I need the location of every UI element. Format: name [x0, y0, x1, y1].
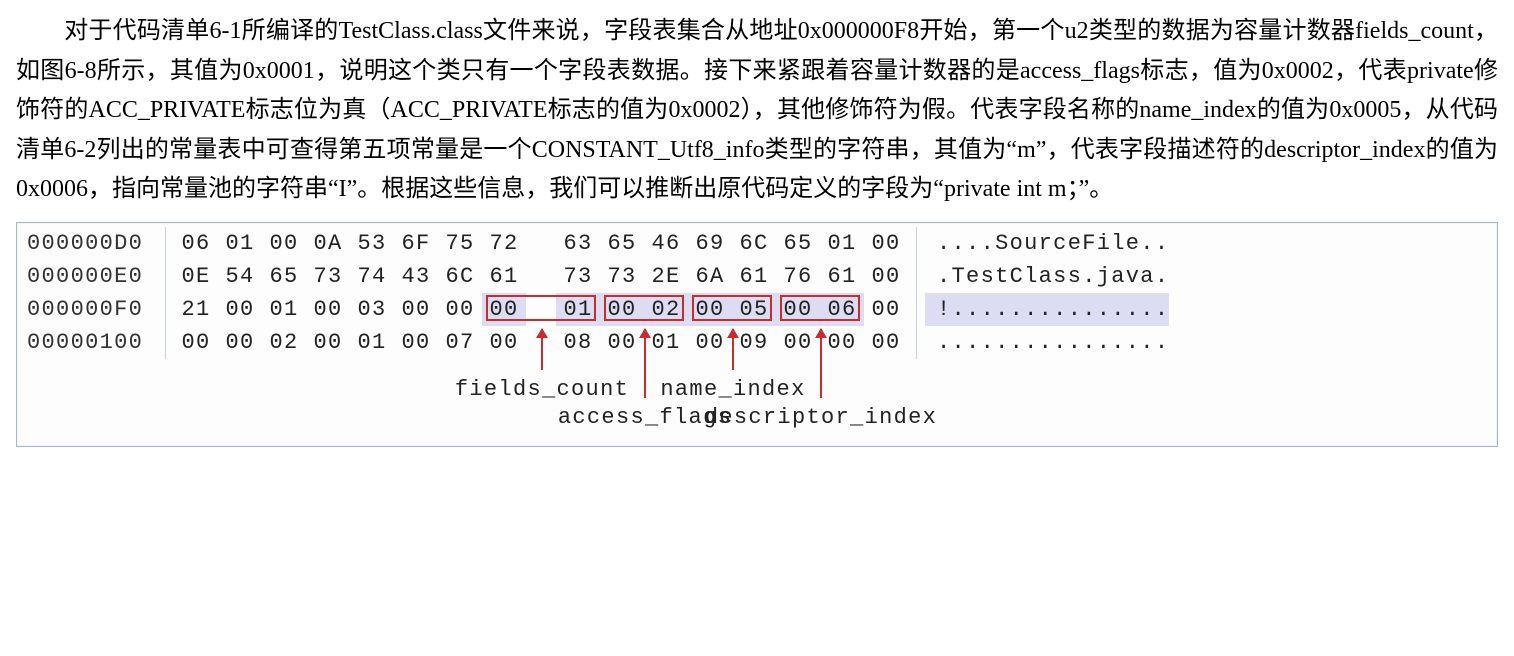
hex-byte: 65: [600, 227, 644, 260]
hex-byte: 73: [600, 260, 644, 293]
hex-byte: 00: [600, 326, 644, 359]
hex-ascii: ....SourceFile..: [925, 227, 1169, 260]
hex-byte: 74: [350, 260, 394, 293]
hex-byte: 75: [438, 227, 482, 260]
hex-row: 000000E00E54657374436C6173732E6A61766100…: [17, 260, 1497, 293]
hex-byte: 00: [438, 293, 482, 326]
hex-byte: 07: [438, 326, 482, 359]
hex-byte: 65: [776, 227, 820, 260]
hex-byte: 00: [482, 293, 526, 326]
hex-byte: 0A: [306, 227, 350, 260]
hex-byte: 00: [600, 293, 644, 326]
hex-ascii: !...............: [925, 293, 1169, 326]
hex-byte: 63: [556, 227, 600, 260]
hex-byte: 01: [350, 326, 394, 359]
hex-byte: 6C: [438, 260, 482, 293]
hex-byte: 61: [482, 260, 526, 293]
hex-dump-figure: 000000D00601000A536F7572636546696C650100…: [16, 222, 1498, 447]
annotation-arrow: [732, 329, 734, 370]
hex-byte: 6C: [732, 227, 776, 260]
hex-byte: 00: [218, 326, 262, 359]
hex-byte: 69: [688, 227, 732, 260]
hex-byte: 73: [556, 260, 600, 293]
hex-byte: 00: [482, 326, 526, 359]
hex-byte: 61: [732, 260, 776, 293]
hex-byte: 00: [776, 293, 820, 326]
hex-byte: 76: [776, 260, 820, 293]
hex-byte: 00: [394, 326, 438, 359]
hex-byte: 6F: [394, 227, 438, 260]
hex-byte: 65: [262, 260, 306, 293]
hex-byte: 03: [350, 293, 394, 326]
hex-byte: 61: [820, 260, 864, 293]
hex-byte: 00: [394, 293, 438, 326]
hex-byte: 02: [644, 293, 688, 326]
annotation-label: descriptor_index: [705, 400, 937, 436]
hex-byte: 00: [864, 260, 908, 293]
hex-byte: 0E: [174, 260, 218, 293]
hex-address: 000000E0: [27, 260, 157, 293]
hex-byte: 02: [262, 326, 306, 359]
hex-byte: 72: [482, 227, 526, 260]
hex-byte: 00: [688, 326, 732, 359]
hex-row: 000000F021000100030000000100020005000600…: [17, 293, 1497, 326]
hex-byte: 54: [218, 260, 262, 293]
annotation-arrow: [541, 329, 543, 370]
hex-byte: 00: [218, 293, 262, 326]
hex-byte: 01: [262, 293, 306, 326]
hex-ascii: .TestClass.java.: [925, 260, 1169, 293]
hex-byte: 01: [556, 293, 600, 326]
hex-byte: 46: [644, 227, 688, 260]
hex-byte: 06: [174, 227, 218, 260]
hex-byte: 00: [864, 227, 908, 260]
hex-byte: 73: [306, 260, 350, 293]
hex-byte: 00: [306, 293, 350, 326]
hex-row: 000000D00601000A536F7572636546696C650100…: [17, 227, 1497, 260]
hex-ascii: ................: [925, 326, 1169, 359]
annotation-arrow: [644, 329, 646, 398]
paragraph-text: 对于代码清单6-1所编译的TestClass.class文件来说，字段表集合从地…: [16, 18, 1498, 202]
hex-bytes: 0E54657374436C6173732E6A61766100: [174, 260, 908, 293]
hex-byte: 01: [820, 227, 864, 260]
hex-byte: 00: [306, 326, 350, 359]
hex-byte: 00: [688, 293, 732, 326]
hex-address: 00000100: [27, 326, 157, 359]
hex-byte: 00: [864, 293, 908, 326]
hex-row: 0000010000000200010007000800010009000000…: [17, 326, 1497, 359]
body-paragraph: 对于代码清单6-1所编译的TestClass.class文件来说，字段表集合从地…: [16, 12, 1498, 210]
hex-byte: 00: [776, 326, 820, 359]
hex-byte: 00: [174, 326, 218, 359]
hex-address: 000000F0: [27, 293, 157, 326]
hex-byte: 01: [218, 227, 262, 260]
hex-byte: 00: [864, 326, 908, 359]
hex-byte: 43: [394, 260, 438, 293]
hex-byte: 05: [732, 293, 776, 326]
hex-byte: 6A: [688, 260, 732, 293]
hex-byte: 21: [174, 293, 218, 326]
annotation-arrow: [820, 329, 822, 398]
hex-byte: 00: [262, 227, 306, 260]
hex-address: 000000D0: [27, 227, 157, 260]
hex-byte: 08: [556, 326, 600, 359]
hex-bytes: 21000100030000000100020005000600: [174, 293, 908, 326]
hex-byte: 53: [350, 227, 394, 260]
hex-byte: 06: [820, 293, 864, 326]
hex-byte: 2E: [644, 260, 688, 293]
hex-bytes: 0601000A536F7572636546696C650100: [174, 227, 908, 260]
